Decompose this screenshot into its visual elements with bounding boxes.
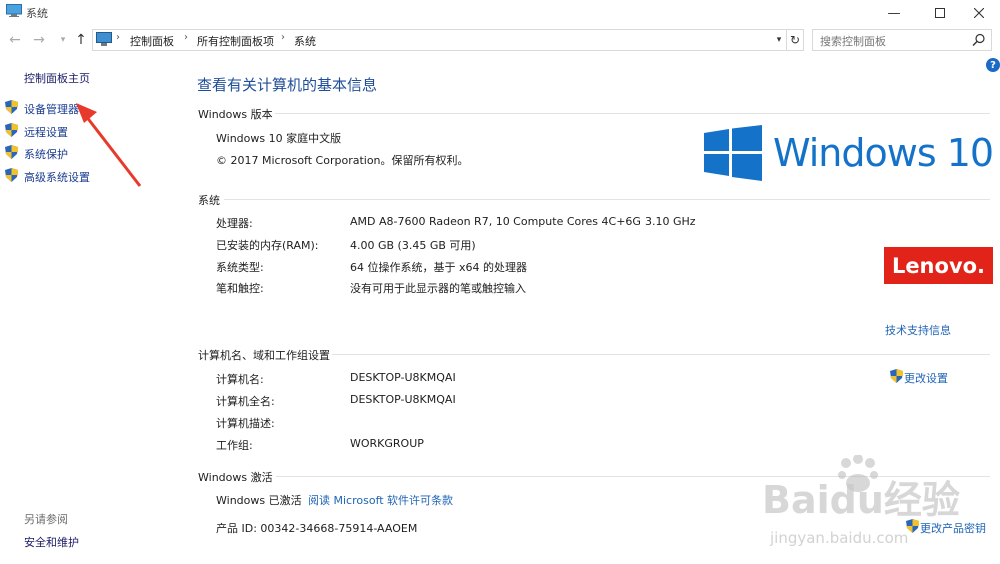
computer-name-label: 计算机名: (216, 373, 264, 386)
maximize-button[interactable] (919, 0, 961, 26)
processor-speed: 3.10 GHz (645, 215, 696, 228)
watermark-url: jingyan.baidu.com (769, 529, 908, 547)
minimize-icon: — (887, 5, 901, 21)
section-windows-edition: Windows 版本 (198, 108, 273, 121)
section-computer-name: 计算机名、域和工作组设置 (198, 349, 330, 362)
full-name-label: 计算机全名: (216, 395, 275, 408)
help-icon: ? (990, 59, 996, 71)
uac-shield-icon (890, 369, 903, 383)
product-id: 产品 ID: 00342-34668-75914-AAOEM (216, 522, 418, 535)
processor-label: 处理器: (216, 217, 253, 230)
change-settings-link[interactable]: 更改设置 (904, 370, 948, 386)
annotation-arrow (76, 103, 142, 187)
page-title: 查看有关计算机的基本信息 (197, 76, 378, 94)
ram-label: 已安装的内存(RAM): (216, 239, 319, 252)
search-icon[interactable] (972, 33, 986, 47)
watermark-brand: Baidu经验 (762, 478, 960, 522)
license-terms-link[interactable]: 阅读 Microsoft 软件许可条款 (308, 492, 453, 508)
support-info-link[interactable]: 技术支持信息 (885, 322, 951, 338)
section-activation: Windows 激活 (198, 471, 273, 484)
description-label: 计算机描述: (216, 417, 275, 430)
ram-value: 4.00 GB (3.45 GB 可用) (350, 239, 476, 252)
help-button[interactable]: ? (986, 58, 1000, 72)
section-divider (275, 113, 990, 114)
computer-name-value: DESKTOP-U8KMQAI (350, 371, 456, 384)
address-dropdown-button[interactable]: ▾ (772, 32, 786, 48)
search-input[interactable]: 搜索控制面板 (820, 33, 886, 49)
breadcrumb-separator-icon[interactable]: › (281, 32, 285, 43)
processor-value: AMD A8-7600 Radeon R7, 10 Compute Cores … (350, 215, 641, 228)
edition-name: Windows 10 家庭中文版 (216, 132, 342, 145)
refresh-button[interactable]: ↻ (786, 30, 803, 50)
section-system: 系统 (198, 194, 220, 207)
windows-logo-icon (704, 125, 762, 181)
lenovo-logo: Lenovo. (884, 247, 993, 284)
security-maintenance-link[interactable]: 安全和维护 (24, 534, 79, 550)
maximize-icon (935, 8, 945, 18)
activation-status: Windows 已激活 (216, 494, 302, 507)
search-box[interactable]: 搜索控制面板 (812, 29, 992, 51)
section-divider (224, 199, 990, 200)
full-name-value: DESKTOP-U8KMQAI (350, 393, 456, 406)
section-divider (332, 354, 990, 355)
workgroup-value: WORKGROUP (350, 437, 424, 450)
breadcrumb-system[interactable]: 系统 (294, 33, 316, 49)
windows10-logo-text: Windows 10 (773, 131, 994, 175)
baidu-watermark: Baidu经验 jingyan.baidu.com (762, 455, 960, 547)
workgroup-label: 工作组: (216, 439, 253, 452)
refresh-icon: ↻ (789, 33, 801, 47)
pen-touch-value: 没有可用于此显示器的笔或触控输入 (350, 282, 526, 295)
see-also-heading: 另请参阅 (24, 513, 68, 526)
close-button[interactable] (958, 0, 1000, 26)
pen-touch-label: 笔和触控: (216, 282, 264, 295)
system-type-label: 系统类型: (216, 261, 264, 274)
system-type-value: 64 位操作系统，基于 x64 的处理器 (350, 261, 527, 274)
breadcrumb-all-items[interactable]: 所有控制面板项 (197, 33, 274, 49)
chevron-down-icon: ▾ (776, 35, 782, 45)
edition-copyright: © 2017 Microsoft Corporation。保留所有权利。 (216, 154, 469, 167)
close-icon (974, 8, 984, 18)
minimize-button[interactable]: — (873, 0, 915, 26)
